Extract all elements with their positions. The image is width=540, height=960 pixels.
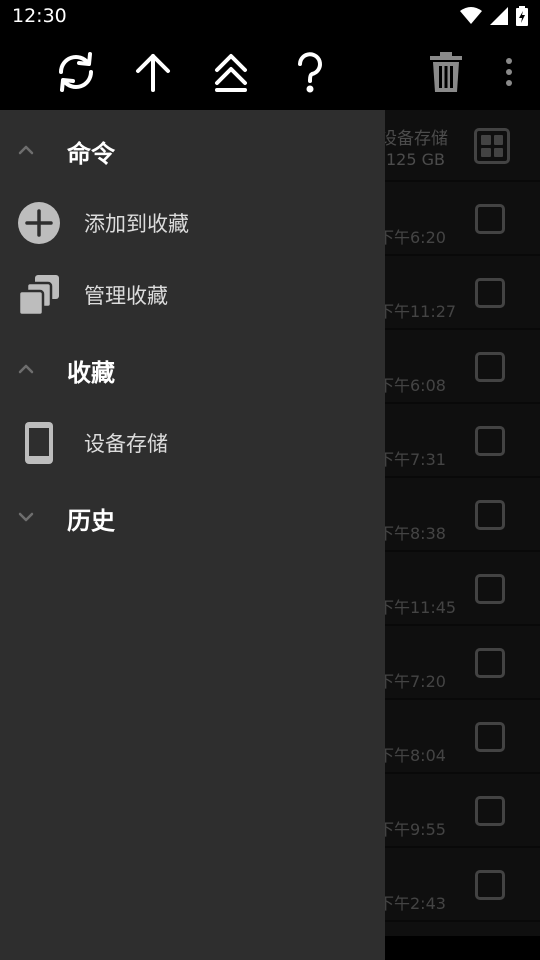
section-favorites-title: 收藏 <box>67 359 115 387</box>
section-favorites[interactable]: 收藏 <box>0 339 385 399</box>
delete-button[interactable] <box>418 44 474 100</box>
wifi-icon <box>460 7 482 24</box>
status-bar: 12:30 <box>0 0 540 34</box>
phone-icon <box>16 420 62 466</box>
device-storage-label: 设备存储 <box>84 432 168 456</box>
status-time: 12:30 <box>12 5 67 27</box>
more-vert-icon <box>506 58 512 86</box>
section-history-title: 历史 <box>67 507 115 535</box>
battery-icon <box>516 6 528 26</box>
add-to-favorites-item[interactable]: 添加到收藏 <box>0 190 385 256</box>
section-commands[interactable]: 命令 <box>0 120 385 180</box>
more-options-button[interactable] <box>482 44 536 100</box>
up-button[interactable] <box>125 44 181 100</box>
add-circle-icon <box>16 200 62 246</box>
status-icons <box>460 6 528 26</box>
drawer-scrim[interactable] <box>385 110 540 936</box>
refresh-icon <box>59 52 93 92</box>
delete-icon <box>430 52 462 92</box>
refresh-button[interactable] <box>48 44 104 100</box>
manage-favorites-item[interactable]: 管理收藏 <box>0 262 385 328</box>
manage-copies-icon <box>16 272 62 318</box>
favorite-device-storage-item[interactable]: 设备存储 <box>0 410 385 476</box>
go-top-icon <box>215 54 247 92</box>
up-arrow-icon <box>136 54 170 92</box>
toolbar <box>0 34 540 110</box>
chevron-up-icon <box>18 145 34 155</box>
navigation-drawer: 命令 添加到收藏 管理收藏 收藏 设备存储 历史 <box>0 110 385 960</box>
section-commands-title: 命令 <box>67 140 115 168</box>
chevron-up-icon <box>18 364 34 374</box>
manage-favorites-label: 管理收藏 <box>84 284 168 308</box>
help-button[interactable] <box>282 44 338 100</box>
signal-icon <box>490 7 508 25</box>
section-history[interactable]: 历史 <box>0 487 385 547</box>
chevron-down-icon <box>18 512 34 522</box>
go-top-button[interactable] <box>203 44 259 100</box>
help-icon <box>298 52 322 93</box>
add-to-favorites-label: 添加到收藏 <box>84 212 189 236</box>
